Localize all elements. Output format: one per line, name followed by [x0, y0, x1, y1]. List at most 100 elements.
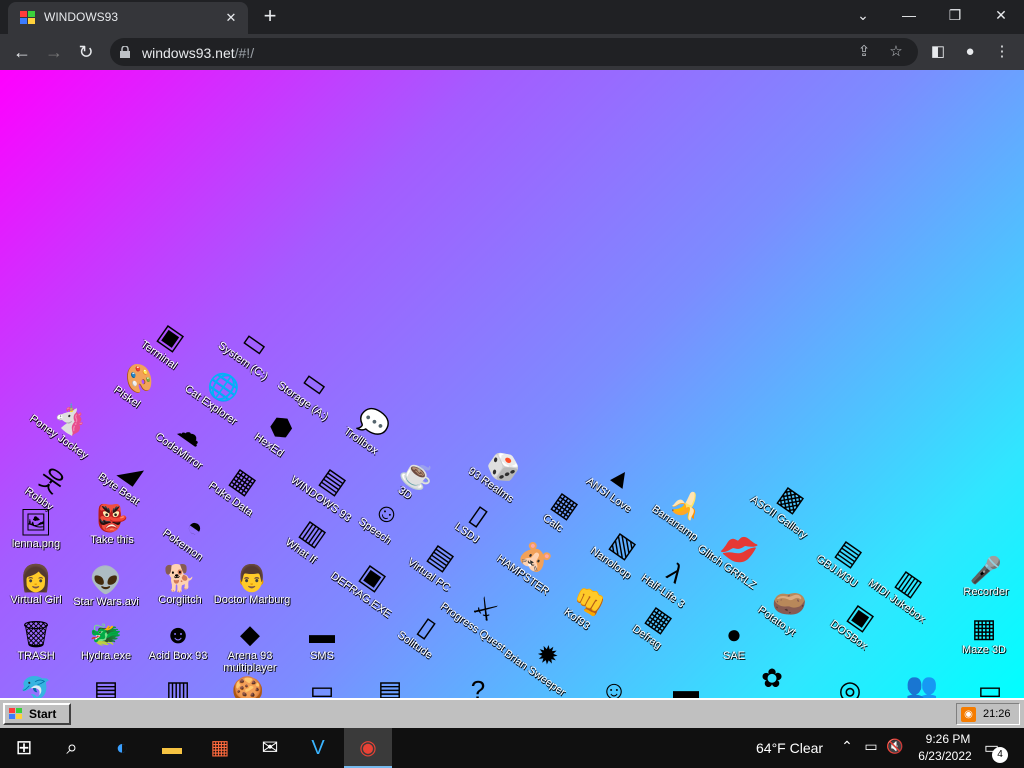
tab-title: WINDOWS93 [44, 10, 119, 24]
icon-label: SAE [722, 650, 745, 662]
icon-label: Corgiitch [158, 594, 202, 606]
yoda-icon: 👽 [89, 565, 123, 595]
desktop-icon-recorder[interactable]: 🎤 Recorder [946, 554, 1024, 598]
people-icon: 👥 [905, 671, 939, 698]
desktop-icon-doctor-marburg[interactable]: 👨 Doctor Marburg [212, 562, 292, 606]
new-tab-button[interactable]: + [258, 4, 282, 28]
tab-search-chevron-icon[interactable]: ⌄ [840, 0, 886, 32]
guy-face-icon: ☺ [600, 675, 628, 698]
desktop-icon-pokemon[interactable]: ◓ Pokemon [147, 491, 238, 573]
windows93-taskbar: Start ◉ 21:26 [0, 698, 1024, 728]
microphone-icon: 🎤 [969, 555, 1003, 585]
desktop-icon-hydra[interactable]: 🐲 Hydra.exe [66, 618, 146, 662]
browser-tab-strip: WINDOWS93 ✕ + ⌄ — ❐ ✕ [0, 0, 1024, 34]
desktop-icon-maze-3d[interactable]: ▦ Maze 3D [944, 612, 1024, 656]
desktop-icon-virtual-girl[interactable]: 👩 Virtual Girl [0, 562, 76, 606]
browser-toolbar: ← → ↻ windows93.net/#!/ ⇪ ☆ ◧ ● ⋮ [0, 34, 1024, 70]
taskbar-date[interactable]: 6/23/2022 [910, 749, 980, 763]
url-path: /#!/ [234, 45, 255, 61]
cube-icon: ◆ [240, 619, 260, 649]
character-icon: 👺 [95, 503, 129, 533]
windows-start-icon[interactable]: ⊞ [0, 728, 48, 768]
close-window-button[interactable]: ✕ [978, 0, 1024, 32]
icon-label: Virtual Girl [10, 594, 62, 606]
windows93-logo-icon [9, 708, 22, 719]
partial-icon-cookie[interactable]: 🍪 [208, 674, 288, 698]
icon-label: TRASH [17, 650, 55, 662]
partial-icon-floppy[interactable]: ▭ [950, 674, 1024, 698]
desktop-icon-sae[interactable]: ● SAE [694, 618, 774, 662]
windows93-desktop: ▣ Terminal ▭ System (C:) 🎨 Piskel 🌐 Cat Expl… [0, 70, 1024, 698]
address-bar[interactable]: windows93.net/#!/ ⇪ ☆ [110, 38, 918, 66]
profile-icon[interactable]: ● [958, 40, 982, 64]
partial-icon-manual[interactable]: ▥ [138, 674, 218, 698]
v-app-icon[interactable]: V [294, 728, 342, 768]
icon-label: Star Wars.avi [73, 596, 139, 608]
doctor-icon: 👨 [235, 563, 269, 593]
back-button[interactable]: ← [8, 38, 36, 66]
minimize-button[interactable]: — [886, 0, 932, 32]
windows-taskbar: ⊞ ⌕ ◐ ▬ ▦ ✉ V ◉ 64°F Clear ⌃ ▭ 🔇 9:26 PM… [0, 728, 1024, 768]
icon-label: Maze 3D [961, 644, 1007, 656]
side-panel-icon[interactable]: ◧ [926, 40, 950, 64]
start-label: Start [29, 707, 57, 721]
manual-icon: ▥ [165, 675, 191, 698]
partial-icon-guy[interactable]: ☺ [574, 674, 654, 698]
search-icon[interactable]: ⌕ [48, 728, 96, 768]
rss-icon[interactable]: ◉ [961, 707, 976, 722]
corgi-icon: 🐕 [163, 563, 197, 593]
ring-icon: ◎ [838, 675, 862, 698]
icon-label: Recorder [963, 586, 1009, 598]
desktop-icon-acid-box-93[interactable]: ☻ Acid Box 93 [138, 618, 218, 662]
desktop-icon-corgiitch[interactable]: 🐕 Corgiitch [140, 562, 220, 606]
url-text: windows93.net/#!/ [142, 45, 254, 61]
browser-tab[interactable]: WINDOWS93 ✕ [8, 2, 248, 34]
partial-icon-ring[interactable]: ◎ [810, 674, 890, 698]
partial-icon-help[interactable]: ? [438, 674, 518, 698]
icon-label: Take this [90, 534, 134, 546]
menu-icon[interactable]: ⋮ [990, 40, 1014, 64]
volume-muted-icon[interactable]: 🔇 [886, 738, 904, 758]
share-icon[interactable]: ⇪ [854, 42, 874, 62]
chrome-icon[interactable]: ◉ [344, 728, 392, 768]
lock-icon [120, 46, 130, 58]
icon-label: lenna.png [11, 538, 61, 550]
file-explorer-icon[interactable]: ▬ [148, 728, 196, 768]
desktop-icon-sms[interactable]: ▬ SMS [282, 618, 362, 662]
maze-icon: ▦ [971, 613, 997, 643]
desktop-icon-star-wars[interactable]: 👽 Star Wars.avi [66, 564, 146, 608]
question-mark-icon: ? [470, 675, 486, 698]
partial-icon-flower[interactable]: ✿ [732, 662, 812, 694]
tab-close-icon[interactable]: ✕ [222, 9, 240, 27]
partial-icon-text[interactable]: ▤ [350, 674, 430, 698]
partial-icon-dolphin[interactable]: 🐬 [0, 674, 76, 698]
desktop-icon-take-this[interactable]: 👺 Take this [72, 502, 152, 546]
windows93-clock: 21:26 [983, 708, 1011, 720]
network-icon[interactable]: ▭ [862, 738, 880, 758]
notification-badge: 4 [992, 747, 1008, 763]
forward-button[interactable]: → [40, 38, 68, 66]
flower-icon: ✿ [761, 663, 783, 693]
amiga-ball-icon: ● [726, 619, 742, 649]
weather-widget[interactable]: 64°F Clear [756, 740, 823, 756]
start-button[interactable]: Start [3, 703, 71, 725]
reload-button[interactable]: ↻ [72, 38, 100, 66]
notes-icon: ▭ [309, 675, 335, 698]
desktop-icon-arena-93[interactable]: ◆ Arena 93 multiplayer [210, 618, 290, 674]
mail-icon[interactable]: ✉ [246, 728, 294, 768]
smiley-icon: ☻ [164, 619, 192, 649]
icon-label: Doctor Marburg [213, 594, 291, 606]
chevron-up-icon[interactable]: ⌃ [838, 738, 856, 758]
store-icon[interactable]: ▦ [196, 728, 244, 768]
desktop-icon-trash[interactable]: 🗑 TRASH [0, 618, 76, 662]
icon-label: SMS [310, 650, 334, 662]
partial-icon-document[interactable]: ▤ [66, 674, 146, 698]
text-file-icon: ▤ [377, 675, 403, 698]
taskbar-time[interactable]: 9:26 PM [918, 732, 978, 746]
restore-button[interactable]: ❐ [932, 0, 978, 32]
bookmark-star-icon[interactable]: ☆ [886, 42, 906, 62]
edge-icon[interactable]: ◐ [98, 728, 146, 768]
desktop-icon-lenna[interactable]: 🖼 lenna.png [0, 506, 76, 550]
icon-label: Hydra.exe [80, 650, 132, 662]
partial-icon-console[interactable]: ▬ [646, 674, 726, 698]
